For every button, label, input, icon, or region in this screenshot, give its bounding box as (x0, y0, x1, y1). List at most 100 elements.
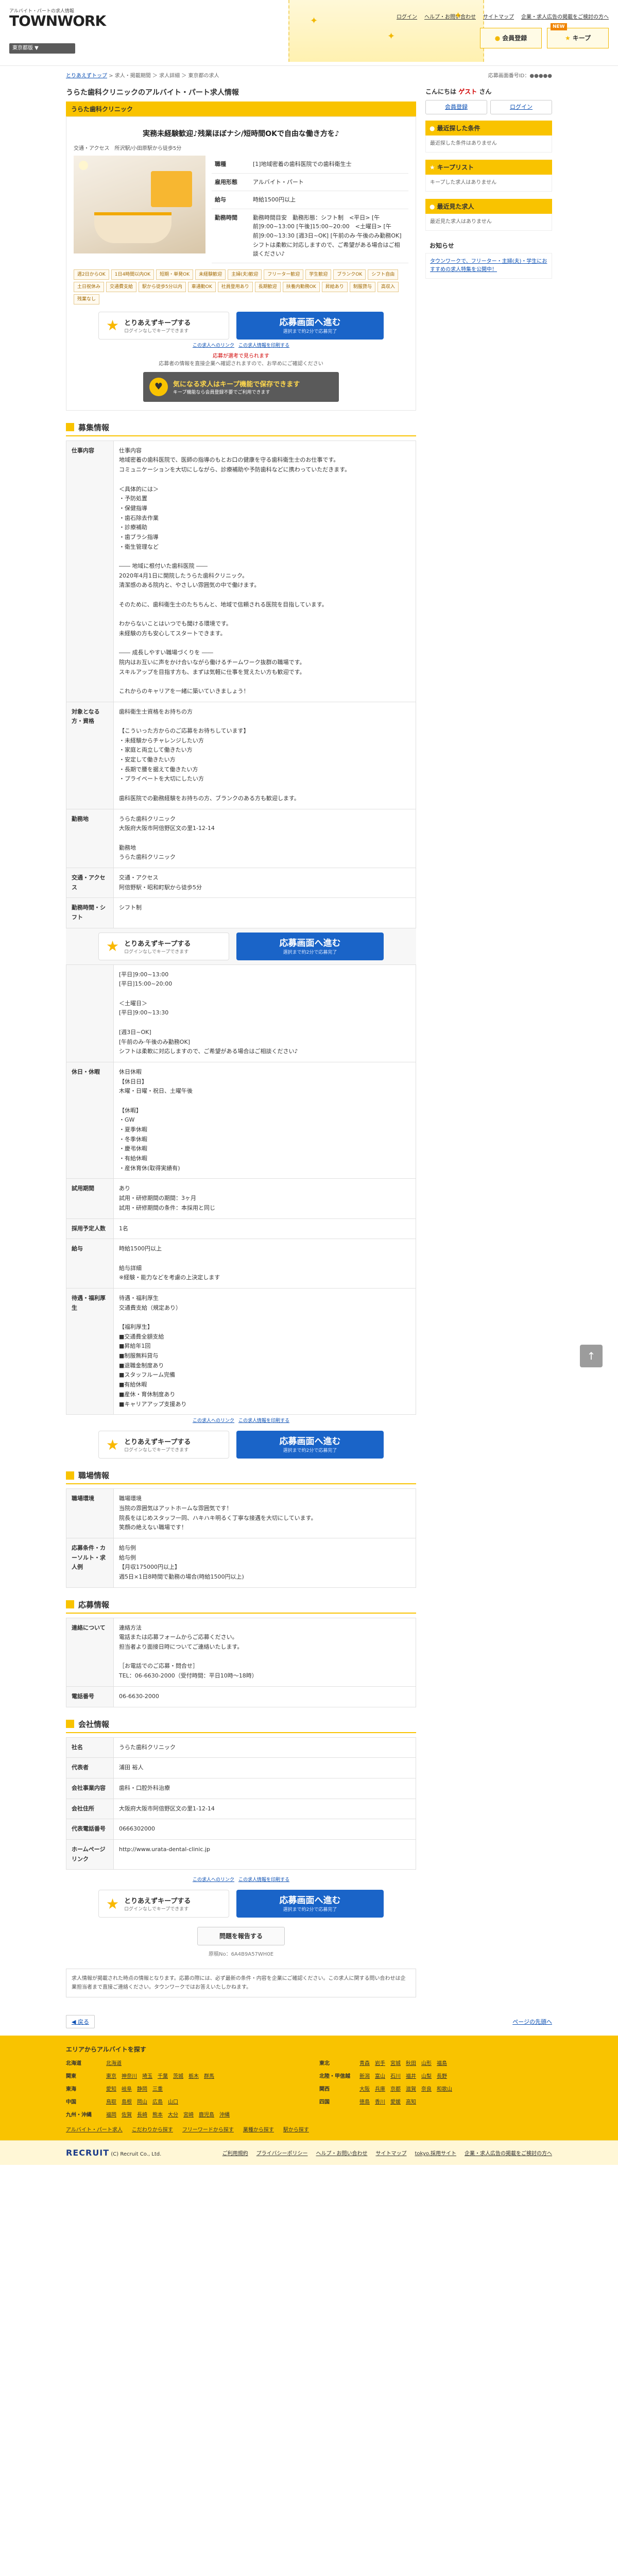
keep-job-button[interactable]: ★ とりあえずキープする ログインなしでキープできます (98, 1890, 229, 1918)
prefecture-link[interactable]: 長崎 (137, 2110, 147, 2118)
prefecture-link[interactable]: 岡山 (137, 2097, 147, 2105)
feature-chip[interactable]: 未経験歓迎 (195, 269, 226, 280)
prefecture-link[interactable]: 神奈川 (122, 2072, 137, 2079)
prefecture-link[interactable]: 鳥取 (106, 2097, 116, 2105)
feature-chip[interactable]: 週2日からOK (74, 269, 109, 280)
footer-link[interactable]: tokyo.採用サイト (415, 2149, 456, 2157)
job-link[interactable]: この求人へのリンク (193, 1418, 234, 1423)
prefecture-link[interactable]: 静岡 (137, 2084, 147, 2092)
feature-chip[interactable]: シフト自由 (368, 269, 399, 280)
job-link[interactable]: この求人へのリンク (193, 343, 234, 348)
login-button[interactable]: ログイン (490, 100, 552, 114)
help-link[interactable]: ヘルプ・お問い合わせ (424, 12, 476, 20)
feature-chip[interactable]: 制服貸与 (349, 281, 375, 292)
prefecture-link[interactable]: 群馬 (204, 2072, 214, 2079)
prefecture-link[interactable]: 京都 (390, 2084, 401, 2092)
prefecture-link[interactable]: 青森 (359, 2059, 370, 2066)
prefecture-link[interactable]: 千葉 (158, 2072, 168, 2079)
prefecture-link[interactable]: 岐阜 (122, 2084, 132, 2092)
prefecture-link[interactable]: 山梨 (421, 2072, 432, 2079)
prefecture-link[interactable]: 石川 (390, 2072, 401, 2079)
prefecture-link[interactable]: 和歌山 (437, 2084, 452, 2092)
footer-link[interactable]: ご利用規約 (222, 2149, 248, 2157)
prefecture-link[interactable]: 北海道 (106, 2059, 122, 2066)
keep-job-button[interactable]: ★ とりあえずキープする ログインなしでキープできます (98, 311, 229, 340)
prefecture-link[interactable]: 秋田 (406, 2059, 416, 2066)
prefecture-link[interactable]: 滋賀 (406, 2084, 416, 2092)
footer-link[interactable]: 駅から探す (283, 2125, 309, 2133)
prefecture-link[interactable]: 福井 (406, 2072, 416, 2079)
prefecture-link[interactable]: 熊本 (152, 2110, 163, 2118)
prefecture-link[interactable]: 埼玉 (142, 2072, 152, 2079)
prefecture-link[interactable]: 茨城 (173, 2072, 183, 2079)
footer-link[interactable]: プライバシーポリシー (256, 2149, 308, 2157)
feature-chip[interactable]: 主婦(夫)歓迎 (228, 269, 262, 280)
feature-chip[interactable]: フリーター歓迎 (264, 269, 304, 280)
feature-chip[interactable]: 扶養内勤務OK (282, 281, 320, 292)
keep-job-button[interactable]: ★ とりあえずキープする ログインなしでキープできます (98, 932, 229, 960)
advertiser-link[interactable]: 企業・求人広告の掲載をご検討の方へ (521, 12, 609, 20)
prefecture-selector[interactable]: 東京都版 ▼ (9, 43, 75, 54)
prefecture-link[interactable]: 岩手 (375, 2059, 385, 2066)
register-button[interactable]: 会員登録 (425, 100, 487, 114)
prefecture-link[interactable]: 栃木 (188, 2072, 199, 2079)
prefecture-link[interactable]: 大阪 (359, 2084, 370, 2092)
feature-chip[interactable]: 1日4時間以内OK (111, 269, 154, 280)
back-button[interactable]: ◀ 戻る (66, 2015, 95, 2029)
member-register-button[interactable]: ● 会員登録 (480, 28, 542, 48)
prefecture-link[interactable]: 大分 (168, 2110, 178, 2118)
feature-chip[interactable]: 交通費支給 (106, 281, 137, 292)
apply-button[interactable]: 応募画面へ進む 選択まで約2分で応募完了 (236, 932, 384, 960)
scroll-top-button[interactable]: ↑ (580, 1345, 603, 1367)
footer-link[interactable]: サイトマップ (375, 2149, 406, 2157)
footer-link[interactable]: こだわりから探す (132, 2125, 173, 2133)
prefecture-link[interactable]: 島根 (122, 2097, 132, 2105)
feature-chip[interactable]: 学生歓迎 (305, 269, 332, 280)
prefecture-link[interactable]: 富山 (375, 2072, 385, 2079)
print-link[interactable]: この求人情報を印刷する (238, 1877, 289, 1883)
prefecture-link[interactable]: 山口 (168, 2097, 178, 2105)
sitemap-link[interactable]: サイトマップ (483, 12, 514, 20)
news-link[interactable]: タウンワークで、フリーター・主婦(夫)・学生におすすめの求人特集を公開中！ (430, 259, 547, 273)
prefecture-link[interactable]: 広島 (152, 2097, 163, 2105)
apply-button[interactable]: 応募画面へ進む 選択まで約2分で応募完了 (236, 1890, 384, 1918)
prefecture-link[interactable]: 香川 (375, 2097, 385, 2105)
prefecture-link[interactable]: 宮城 (390, 2059, 401, 2066)
prefecture-link[interactable]: 佐賀 (122, 2110, 132, 2118)
townwork-logo[interactable]: アルバイト・パートの求人情報 TOWNWORK (9, 7, 106, 28)
report-problem-button[interactable]: 問題を報告する (197, 1927, 285, 1946)
print-link[interactable]: この求人情報を印刷する (238, 1418, 289, 1423)
prefecture-link[interactable]: 長野 (437, 2072, 447, 2079)
prefecture-link[interactable]: 宮崎 (183, 2110, 194, 2118)
feature-chip[interactable]: 車通勤OK (187, 281, 216, 292)
footer-link[interactable]: フリーワードから探す (182, 2125, 234, 2133)
prefecture-link[interactable]: 福岡 (106, 2110, 116, 2118)
job-link[interactable]: この求人へのリンク (193, 1877, 234, 1883)
prefecture-link[interactable]: 福島 (437, 2059, 447, 2066)
feature-chip[interactable]: 社員登用あり (217, 281, 253, 292)
prefecture-link[interactable]: 奈良 (421, 2084, 432, 2092)
login-link[interactable]: ログイン (397, 12, 417, 20)
prefecture-link[interactable]: 東京 (106, 2072, 116, 2079)
breadcrumb-top[interactable]: とりあえずトップ (66, 73, 107, 79)
page-top-link[interactable]: ページの先頭へ (512, 2018, 552, 2026)
feature-chip[interactable]: 昇給あり (321, 281, 348, 292)
prefecture-link[interactable]: 三重 (152, 2084, 163, 2092)
feature-chip[interactable]: 駅から徒歩5分以内 (139, 281, 186, 292)
prefecture-link[interactable]: 沖縄 (219, 2110, 230, 2118)
feature-chip[interactable]: 残業なし (74, 294, 100, 304)
footer-link[interactable]: アルバイト・パート求人 (66, 2125, 123, 2133)
prefecture-link[interactable]: 新潟 (359, 2072, 370, 2079)
feature-chip[interactable]: 短期・単発OK (156, 269, 194, 280)
feature-chip[interactable]: ブランクOK (333, 269, 366, 280)
prefecture-link[interactable]: 鹿児島 (199, 2110, 214, 2118)
keep-button[interactable]: NEW ★ キープ (547, 23, 609, 48)
prefecture-link[interactable]: 兵庫 (375, 2084, 385, 2092)
feature-chip[interactable]: 土日祝休み (74, 281, 105, 292)
keep-job-button[interactable]: ★ とりあえずキープする ログインなしでキープできます (98, 1431, 229, 1459)
footer-link[interactable]: 業種から探す (243, 2125, 274, 2133)
print-link[interactable]: この求人情報を印刷する (238, 343, 289, 348)
prefecture-link[interactable]: 愛媛 (390, 2097, 401, 2105)
prefecture-link[interactable]: 高知 (406, 2097, 416, 2105)
prefecture-link[interactable]: 山形 (421, 2059, 432, 2066)
